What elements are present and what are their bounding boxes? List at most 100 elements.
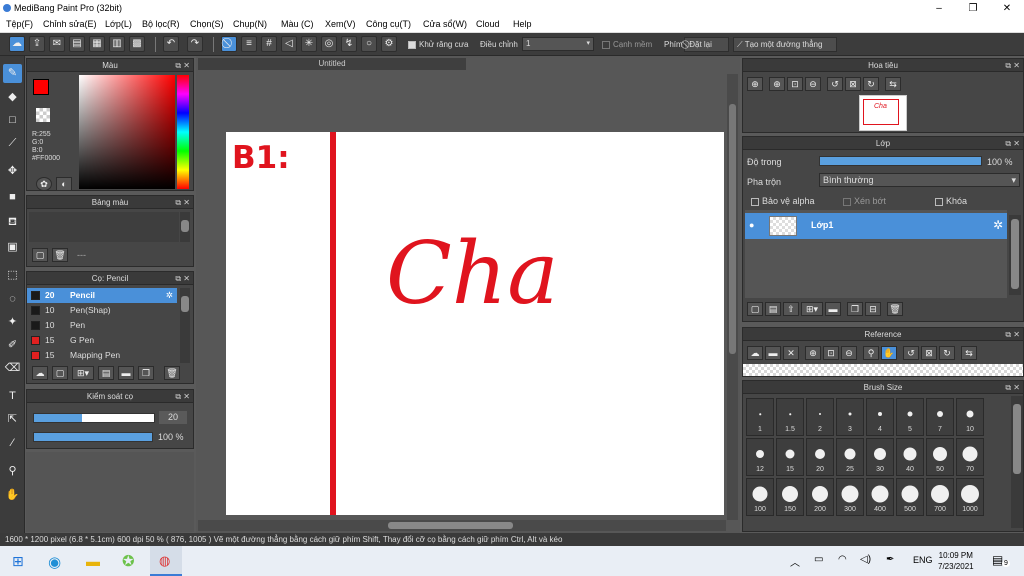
blur-tool-icon[interactable]: ⟋ <box>3 134 22 153</box>
menu-cloud[interactable]: Cloud <box>476 19 500 29</box>
panel-close-icon[interactable]: ⧉ ✕ <box>1005 59 1020 72</box>
copy-icon[interactable]: ❐ <box>138 366 154 380</box>
lock-checkbox[interactable] <box>935 197 943 206</box>
eraser-tool-icon[interactable]: ◆ <box>3 88 22 107</box>
green-app-icon[interactable]: ✪ <box>122 552 135 570</box>
brush-size-cell[interactable]: 1 <box>746 398 774 436</box>
crosshatch-snap-icon[interactable]: # <box>261 36 277 52</box>
rotate-right-icon[interactable]: ↻ <box>863 77 879 91</box>
clip-checkbox[interactable] <box>843 197 851 206</box>
gradient-tool-icon[interactable]: ▣ <box>3 238 22 257</box>
brush-item-mapping-pen[interactable]: 15 Mapping Pen <box>27 348 177 363</box>
brush-size-slider[interactable] <box>33 413 155 423</box>
reset-button[interactable]: ⃠ Đặt lại <box>684 37 729 52</box>
brush-size-cell[interactable]: 300 <box>836 478 864 516</box>
file-explorer-icon[interactable]: ▬ <box>86 553 100 569</box>
grid-icon[interactable]: ▥ <box>109 36 125 52</box>
brush-size-cell[interactable]: 50 <box>926 438 954 476</box>
parallel-snap-icon[interactable]: ≡ <box>241 36 257 52</box>
magic-wand-tool-icon[interactable]: ✦ <box>3 313 22 332</box>
brush-size-value[interactable]: 20 <box>159 411 187 424</box>
open-folder-icon[interactable]: ▬ <box>765 346 781 360</box>
upload-icon[interactable]: ⇪ <box>29 36 45 52</box>
layer-row[interactable]: ● Lớp1 ✲ <box>745 213 1007 239</box>
divide-tool-icon[interactable]: ⁄ <box>3 434 22 453</box>
settings-icon[interactable]: ⚙ <box>381 36 397 52</box>
navigator-thumbnail[interactable]: Cha <box>859 95 907 131</box>
zoom-fit-icon[interactable]: ⊕ <box>747 77 763 91</box>
rotate-right-icon[interactable]: ↻ <box>939 346 955 360</box>
new-palette-icon[interactable]: ▢ <box>32 248 48 262</box>
trash-icon[interactable]: 🗑 <box>164 366 180 380</box>
pen-icon[interactable]: ✒ <box>886 554 894 565</box>
redo-icon[interactable]: ↷ <box>187 36 203 52</box>
trash-icon[interactable]: 🗑 <box>887 302 903 316</box>
brush-item-g-pen[interactable]: 15 G Pen <box>27 333 177 348</box>
brush-size-cell[interactable]: 2 <box>806 398 834 436</box>
duplicate-layer-icon[interactable]: ❐ <box>847 302 863 316</box>
menu-view[interactable]: Xem(V) <box>325 19 356 29</box>
move-tool-icon[interactable]: ✥ <box>3 162 22 181</box>
menu-filter[interactable]: Bộ lọc(R) <box>142 19 180 29</box>
layer-scrollbar[interactable] <box>1009 215 1021 295</box>
fill-rect-tool-icon[interactable]: ■ <box>3 188 22 207</box>
menu-select[interactable]: Chọn(S) <box>190 19 224 29</box>
color-wheel-icon[interactable]: ◐ <box>56 177 72 191</box>
canvas-area[interactable]: Untitled B1: Cha <box>196 56 740 533</box>
menu-layer[interactable]: Lớp(L) <box>105 19 132 29</box>
brush-scrollbar[interactable] <box>180 288 190 363</box>
brush-opacity-slider[interactable] <box>33 432 153 442</box>
zoom-in-icon[interactable]: ⊕ <box>805 346 821 360</box>
hand-tool-icon[interactable]: ✋ <box>3 486 22 505</box>
wifi-icon[interactable]: ◠ <box>838 554 847 565</box>
reference-preview[interactable] <box>743 364 1023 376</box>
brush-size-cell[interactable]: 700 <box>926 478 954 516</box>
circle-snap-icon[interactable]: ○ <box>361 36 377 52</box>
brush-size-cell[interactable]: 40 <box>896 438 924 476</box>
eyedropper-icon[interactable]: ⚲ <box>863 346 879 360</box>
speech-icon[interactable]: ▤ <box>69 36 85 52</box>
new-layer-icon[interactable]: ▢ <box>747 302 763 316</box>
panel-close-icon[interactable]: ⧉ ✕ <box>1005 328 1020 341</box>
brush-size-cell[interactable]: 1000 <box>956 478 984 516</box>
brush-size-cell[interactable]: 70 <box>956 438 984 476</box>
add-brush-icon[interactable]: ⊞▾ <box>72 366 94 380</box>
brush-size-cell[interactable]: 25 <box>836 438 864 476</box>
brush-size-cell[interactable]: 1.5 <box>776 398 804 436</box>
add-layer-menu-icon[interactable]: ⊞▾ <box>801 302 823 316</box>
select-pen-tool-icon[interactable]: ✐ <box>3 336 22 355</box>
brush-size-cell[interactable]: 5 <box>896 398 924 436</box>
menu-color[interactable]: Màu (C) <box>281 19 314 29</box>
cloud-icon[interactable]: ☁ <box>9 36 25 52</box>
panel-close-icon[interactable]: ⧉ ✕ <box>175 272 190 285</box>
correction-select[interactable]: 1 ▾ <box>522 37 594 51</box>
panel-close-icon[interactable]: ⧉ ✕ <box>175 196 190 209</box>
language-indicator[interactable]: ENG <box>913 555 933 565</box>
trash-icon[interactable]: 🗑 <box>52 248 68 262</box>
drawing-canvas[interactable]: B1: Cha <box>226 132 724 515</box>
cloud-brush-icon[interactable]: ☁ <box>32 366 48 380</box>
brush-size-cell[interactable]: 15 <box>776 438 804 476</box>
chevron-up-icon[interactable]: ︿ <box>790 554 800 569</box>
panel-close-icon[interactable]: ⧉ ✕ <box>175 59 190 72</box>
snap-off-icon[interactable]: ⃠ <box>221 36 237 52</box>
brush-size-cell[interactable]: 4 <box>866 398 894 436</box>
folder-icon[interactable]: ▬ <box>118 366 134 380</box>
dot-tool-icon[interactable]: □ <box>3 111 22 130</box>
new-layer-settings-icon[interactable]: ▤ <box>765 302 781 316</box>
folder-icon[interactable]: ▬ <box>825 302 841 316</box>
clock[interactable]: 10:09 PM 7/23/2021 <box>938 550 974 572</box>
canvas-horizontal-scrollbar[interactable] <box>198 520 726 531</box>
brush-size-cell[interactable]: 500 <box>896 478 924 516</box>
curve-snap-icon[interactable]: ↯ <box>341 36 357 52</box>
hand-icon[interactable]: ✋ <box>881 346 897 360</box>
brush-size-cell[interactable]: 3 <box>836 398 864 436</box>
brush-item-pen[interactable]: 10 Pen <box>27 318 177 333</box>
palette-area[interactable] <box>29 212 179 242</box>
menu-edit[interactable]: Chỉnh sửa(E) <box>43 19 97 29</box>
minimize-button[interactable]: – <box>922 0 956 17</box>
menu-tools[interactable]: Công cụ(T) <box>366 19 411 29</box>
concentric-snap-icon[interactable]: ◎ <box>321 36 337 52</box>
gear-icon[interactable]: ✲ <box>166 288 173 303</box>
brush-size-cell[interactable]: 150 <box>776 478 804 516</box>
